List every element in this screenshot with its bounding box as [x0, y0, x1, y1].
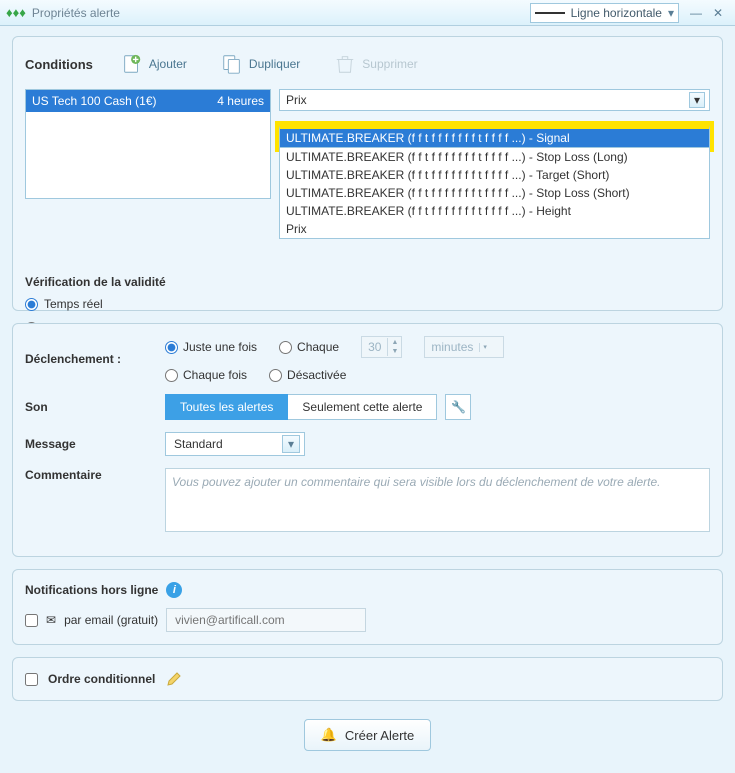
- minimize-button[interactable]: —: [685, 3, 707, 23]
- realtime-radio[interactable]: [25, 298, 38, 311]
- instrument-item[interactable]: US Tech 100 Cash (1€) 4 heures: [26, 90, 270, 112]
- trigger-label: Déclenchement :: [25, 352, 165, 366]
- instrument-list[interactable]: US Tech 100 Cash (1€) 4 heures: [25, 89, 271, 199]
- line-preview-icon: [535, 12, 565, 14]
- instrument-timeframe: 4 heures: [217, 94, 264, 108]
- instrument-name: US Tech 100 Cash (1€): [32, 94, 157, 108]
- conditions-label: Conditions: [25, 57, 93, 72]
- info-icon[interactable]: i: [166, 582, 182, 598]
- add-button[interactable]: Ajouter: [115, 49, 193, 79]
- chevron-down-icon[interactable]: ▾: [480, 343, 490, 352]
- sound-only-button[interactable]: Seulement cette alerte: [288, 394, 437, 420]
- trigger-disabled[interactable]: Désactivée: [269, 368, 346, 382]
- spinner-down-icon[interactable]: ▼: [388, 347, 401, 356]
- trigger-every[interactable]: Chaque: [279, 340, 339, 354]
- sound-label: Son: [25, 400, 165, 414]
- comment-textarea[interactable]: Vous pouvez ajouter un commentaire qui s…: [165, 468, 710, 532]
- email-field[interactable]: [166, 608, 366, 632]
- dropdown-option[interactable]: Prix: [280, 220, 709, 238]
- conditions-panel: Conditions Ajouter Dupliquer Supprimer U…: [12, 36, 723, 311]
- trigger-once[interactable]: Juste une fois: [165, 340, 257, 354]
- message-label: Message: [25, 437, 165, 451]
- dropdown-option[interactable]: ULTIMATE.BREAKER (f f t f f f f f f f t …: [280, 129, 709, 147]
- notifications-panel: Notifications hors ligne i ✉ par email (…: [12, 569, 723, 645]
- chevron-down-icon: ▾: [668, 6, 674, 20]
- close-button[interactable]: ✕: [707, 3, 729, 23]
- notifications-title: Notifications hors ligne: [25, 583, 158, 597]
- trigger-every-unit[interactable]: minutes ▾: [424, 336, 504, 358]
- realtime-label: Temps réel: [44, 297, 103, 311]
- comment-label: Commentaire: [25, 468, 165, 482]
- wrench-icon: 🔧: [451, 400, 466, 414]
- create-alert-label: Créer Alerte: [345, 728, 414, 743]
- chevron-down-icon: ▾: [282, 435, 300, 453]
- message-select[interactable]: Standard ▾: [165, 432, 305, 456]
- line-style-label: Ligne horizontale: [571, 6, 662, 20]
- condition-value-label: Prix: [286, 93, 307, 107]
- condition-dropdown-list-continued[interactable]: ULTIMATE.BREAKER (f f t f f f f f f f t …: [279, 148, 710, 239]
- add-page-icon: [121, 53, 143, 75]
- verification-title: Vérification de la validité: [25, 275, 166, 289]
- window-title: Propriétés alerte: [32, 6, 120, 20]
- conditional-order-checkbox[interactable]: [25, 673, 38, 686]
- edit-order-button[interactable]: [165, 670, 183, 688]
- chevron-down-icon: ▾: [689, 92, 705, 108]
- create-alert-button[interactable]: 🔔 Créer Alerte: [304, 719, 432, 751]
- bell-icon: 🔔: [321, 727, 337, 743]
- condition-dropdown-list[interactable]: ULTIMATE.BREAKER (f f t f f f f f f f t …: [279, 125, 710, 148]
- dropdown-option[interactable]: ULTIMATE.BREAKER (f f t f f f f f f f t …: [280, 184, 709, 202]
- conditional-order-label: Ordre conditionnel: [48, 672, 155, 686]
- sound-settings-button[interactable]: 🔧: [445, 394, 471, 420]
- condition-value-select[interactable]: Prix ▾: [279, 89, 710, 111]
- trigger-each-time[interactable]: Chaque fois: [165, 368, 247, 382]
- envelope-icon: ✉: [46, 613, 56, 627]
- sound-segmented: Toutes les alertes Seulement cette alert…: [165, 394, 437, 420]
- message-value: Standard: [174, 437, 223, 451]
- conditional-order-panel: Ordre conditionnel: [12, 657, 723, 701]
- settings-panel: Déclenchement : Juste une fois Chaque 30…: [12, 323, 723, 557]
- duplicate-icon: [221, 53, 243, 75]
- app-icon: ♦♦♦: [6, 5, 26, 20]
- pencil-icon: [166, 671, 182, 687]
- duplicate-button[interactable]: Dupliquer: [215, 49, 306, 79]
- trigger-every-value[interactable]: 30 ▲▼: [361, 336, 402, 358]
- email-label: par email (gratuit): [64, 613, 158, 627]
- dropdown-option[interactable]: ULTIMATE.BREAKER (f f t f f f f f f f t …: [280, 148, 709, 166]
- sound-all-button[interactable]: Toutes les alertes: [165, 394, 288, 420]
- delete-button: Supprimer: [328, 49, 423, 79]
- dropdown-option[interactable]: ULTIMATE.BREAKER (f f t f f f f f f f t …: [280, 202, 709, 220]
- spinner-up-icon[interactable]: ▲: [388, 338, 401, 347]
- email-checkbox[interactable]: [25, 614, 38, 627]
- trash-icon: [334, 53, 356, 75]
- dropdown-option[interactable]: ULTIMATE.BREAKER (f f t f f f f f f f t …: [280, 166, 709, 184]
- line-style-selector[interactable]: Ligne horizontale ▾: [530, 3, 679, 23]
